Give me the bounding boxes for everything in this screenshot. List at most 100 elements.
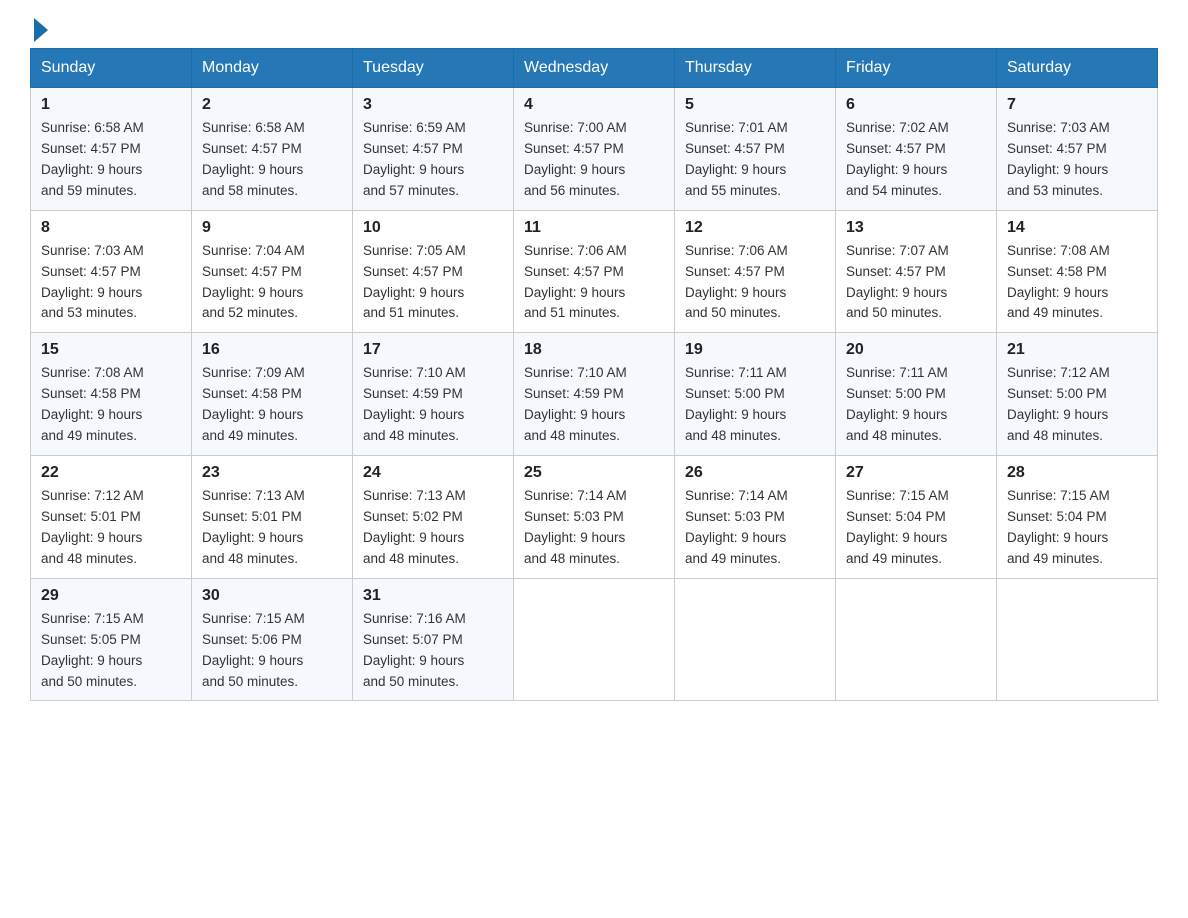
- calendar-cell: 1 Sunrise: 6:58 AMSunset: 4:57 PMDaylight…: [31, 88, 192, 211]
- day-number: 1: [41, 96, 181, 114]
- day-info: Sunrise: 7:00 AMSunset: 4:57 PMDaylight:…: [524, 118, 664, 202]
- day-number: 16: [202, 341, 342, 359]
- day-number: 30: [202, 587, 342, 605]
- day-info: Sunrise: 7:08 AMSunset: 4:58 PMDaylight:…: [1007, 241, 1147, 325]
- day-info: Sunrise: 7:06 AMSunset: 4:57 PMDaylight:…: [524, 241, 664, 325]
- day-info: Sunrise: 7:15 AMSunset: 5:04 PMDaylight:…: [846, 486, 986, 570]
- day-info: Sunrise: 7:12 AMSunset: 5:01 PMDaylight:…: [41, 486, 181, 570]
- calendar-cell: 19 Sunrise: 7:11 AMSunset: 5:00 PMDayligh…: [675, 333, 836, 456]
- calendar-week-4: 22 Sunrise: 7:12 AMSunset: 5:01 PMDayligh…: [31, 456, 1158, 579]
- calendar-cell: 28 Sunrise: 7:15 AMSunset: 5:04 PMDayligh…: [997, 456, 1158, 579]
- day-number: 6: [846, 96, 986, 114]
- day-info: Sunrise: 7:09 AMSunset: 4:58 PMDaylight:…: [202, 363, 342, 447]
- calendar-cell: 31Sunrise: 7:16 AMSunset: 5:07 PMDayligh…: [353, 578, 514, 701]
- calendar-table: SundayMondayTuesdayWednesdayThursdayFrid…: [30, 48, 1158, 701]
- day-info: Sunrise: 7:10 AMSunset: 4:59 PMDaylight:…: [363, 363, 503, 447]
- day-info: Sunrise: 7:08 AMSunset: 4:58 PMDaylight:…: [41, 363, 181, 447]
- day-number: 11: [524, 219, 664, 237]
- calendar-week-2: 8 Sunrise: 7:03 AMSunset: 4:57 PMDaylight…: [31, 210, 1158, 333]
- calendar-cell: 5 Sunrise: 7:01 AMSunset: 4:57 PMDaylight…: [675, 88, 836, 211]
- day-info: Sunrise: 7:06 AMSunset: 4:57 PMDaylight:…: [685, 241, 825, 325]
- day-info: Sunrise: 7:15 AMSunset: 5:06 PMDaylight:…: [202, 609, 342, 693]
- calendar-cell: 25 Sunrise: 7:14 AMSunset: 5:03 PMDayligh…: [514, 456, 675, 579]
- calendar-cell: 11 Sunrise: 7:06 AMSunset: 4:57 PMDayligh…: [514, 210, 675, 333]
- day-info: Sunrise: 6:58 AMSunset: 4:57 PMDaylight:…: [41, 118, 181, 202]
- calendar-cell: 13 Sunrise: 7:07 AMSunset: 4:57 PMDayligh…: [836, 210, 997, 333]
- day-number: 15: [41, 341, 181, 359]
- calendar-cell: 12 Sunrise: 7:06 AMSunset: 4:57 PMDayligh…: [675, 210, 836, 333]
- day-info: Sunrise: 7:11 AMSunset: 5:00 PMDaylight:…: [685, 363, 825, 447]
- calendar-cell: 21 Sunrise: 7:12 AMSunset: 5:00 PMDayligh…: [997, 333, 1158, 456]
- day-number: 12: [685, 219, 825, 237]
- day-info: Sunrise: 7:03 AMSunset: 4:57 PMDaylight:…: [1007, 118, 1147, 202]
- day-number: 25: [524, 464, 664, 482]
- day-number: 5: [685, 96, 825, 114]
- day-number: 13: [846, 219, 986, 237]
- day-number: 10: [363, 219, 503, 237]
- day-info: Sunrise: 7:12 AMSunset: 5:00 PMDaylight:…: [1007, 363, 1147, 447]
- calendar-cell: [836, 578, 997, 701]
- calendar-week-3: 15 Sunrise: 7:08 AMSunset: 4:58 PMDayligh…: [31, 333, 1158, 456]
- calendar-cell: 20 Sunrise: 7:11 AMSunset: 5:00 PMDayligh…: [836, 333, 997, 456]
- day-info: Sunrise: 7:07 AMSunset: 4:57 PMDaylight:…: [846, 241, 986, 325]
- calendar-cell: 8 Sunrise: 7:03 AMSunset: 4:57 PMDaylight…: [31, 210, 192, 333]
- day-info: Sunrise: 7:14 AMSunset: 5:03 PMDaylight:…: [685, 486, 825, 570]
- day-number: 28: [1007, 464, 1147, 482]
- day-number: 17: [363, 341, 503, 359]
- page-header: [30, 20, 1158, 38]
- col-header-wednesday: Wednesday: [514, 49, 675, 88]
- calendar-cell: 6Sunrise: 7:02 AMSunset: 4:57 PMDaylight…: [836, 88, 997, 211]
- day-info: Sunrise: 6:59 AMSunset: 4:57 PMDaylight:…: [363, 118, 503, 202]
- day-number: 9: [202, 219, 342, 237]
- day-info: Sunrise: 6:58 AMSunset: 4:57 PMDaylight:…: [202, 118, 342, 202]
- calendar-cell: 10Sunrise: 7:05 AMSunset: 4:57 PMDayligh…: [353, 210, 514, 333]
- col-header-thursday: Thursday: [675, 49, 836, 88]
- calendar-cell: 17 Sunrise: 7:10 AMSunset: 4:59 PMDayligh…: [353, 333, 514, 456]
- calendar-cell: 4 Sunrise: 7:00 AMSunset: 4:57 PMDaylight…: [514, 88, 675, 211]
- day-number: 14: [1007, 219, 1147, 237]
- calendar-cell: [675, 578, 836, 701]
- day-info: Sunrise: 7:11 AMSunset: 5:00 PMDaylight:…: [846, 363, 986, 447]
- day-number: 29: [41, 587, 181, 605]
- day-number: 26: [685, 464, 825, 482]
- day-info: Sunrise: 7:13 AMSunset: 5:01 PMDaylight:…: [202, 486, 342, 570]
- logo: [30, 20, 48, 38]
- calendar-cell: 7 Sunrise: 7:03 AMSunset: 4:57 PMDaylight…: [997, 88, 1158, 211]
- day-number: 20: [846, 341, 986, 359]
- day-number: 3: [363, 96, 503, 114]
- col-header-saturday: Saturday: [997, 49, 1158, 88]
- day-info: Sunrise: 7:15 AMSunset: 5:04 PMDaylight:…: [1007, 486, 1147, 570]
- col-header-monday: Monday: [192, 49, 353, 88]
- day-number: 2: [202, 96, 342, 114]
- day-info: Sunrise: 7:04 AMSunset: 4:57 PMDaylight:…: [202, 241, 342, 325]
- day-number: 21: [1007, 341, 1147, 359]
- calendar-cell: 3 Sunrise: 6:59 AMSunset: 4:57 PMDaylight…: [353, 88, 514, 211]
- calendar-cell: 23Sunrise: 7:13 AMSunset: 5:01 PMDayligh…: [192, 456, 353, 579]
- calendar-week-5: 29Sunrise: 7:15 AMSunset: 5:05 PMDayligh…: [31, 578, 1158, 701]
- calendar-cell: 26 Sunrise: 7:14 AMSunset: 5:03 PMDayligh…: [675, 456, 836, 579]
- day-info: Sunrise: 7:01 AMSunset: 4:57 PMDaylight:…: [685, 118, 825, 202]
- calendar-cell: 24Sunrise: 7:13 AMSunset: 5:02 PMDayligh…: [353, 456, 514, 579]
- day-number: 19: [685, 341, 825, 359]
- day-number: 27: [846, 464, 986, 482]
- calendar-cell: 15 Sunrise: 7:08 AMSunset: 4:58 PMDayligh…: [31, 333, 192, 456]
- day-number: 18: [524, 341, 664, 359]
- calendar-cell: 30 Sunrise: 7:15 AMSunset: 5:06 PMDayligh…: [192, 578, 353, 701]
- calendar-cell: 2 Sunrise: 6:58 AMSunset: 4:57 PMDaylight…: [192, 88, 353, 211]
- day-number: 8: [41, 219, 181, 237]
- calendar-cell: 16 Sunrise: 7:09 AMSunset: 4:58 PMDayligh…: [192, 333, 353, 456]
- col-header-sunday: Sunday: [31, 49, 192, 88]
- day-number: 7: [1007, 96, 1147, 114]
- day-info: Sunrise: 7:03 AMSunset: 4:57 PMDaylight:…: [41, 241, 181, 325]
- col-header-friday: Friday: [836, 49, 997, 88]
- day-number: 4: [524, 96, 664, 114]
- day-info: Sunrise: 7:13 AMSunset: 5:02 PMDaylight:…: [363, 486, 503, 570]
- calendar-cell: 9 Sunrise: 7:04 AMSunset: 4:57 PMDaylight…: [192, 210, 353, 333]
- calendar-cell: 27 Sunrise: 7:15 AMSunset: 5:04 PMDayligh…: [836, 456, 997, 579]
- day-info: Sunrise: 7:14 AMSunset: 5:03 PMDaylight:…: [524, 486, 664, 570]
- calendar-cell: 14 Sunrise: 7:08 AMSunset: 4:58 PMDayligh…: [997, 210, 1158, 333]
- calendar-cell: 18Sunrise: 7:10 AMSunset: 4:59 PMDayligh…: [514, 333, 675, 456]
- calendar-cell: [514, 578, 675, 701]
- logo-arrow-icon: [34, 18, 48, 42]
- day-number: 22: [41, 464, 181, 482]
